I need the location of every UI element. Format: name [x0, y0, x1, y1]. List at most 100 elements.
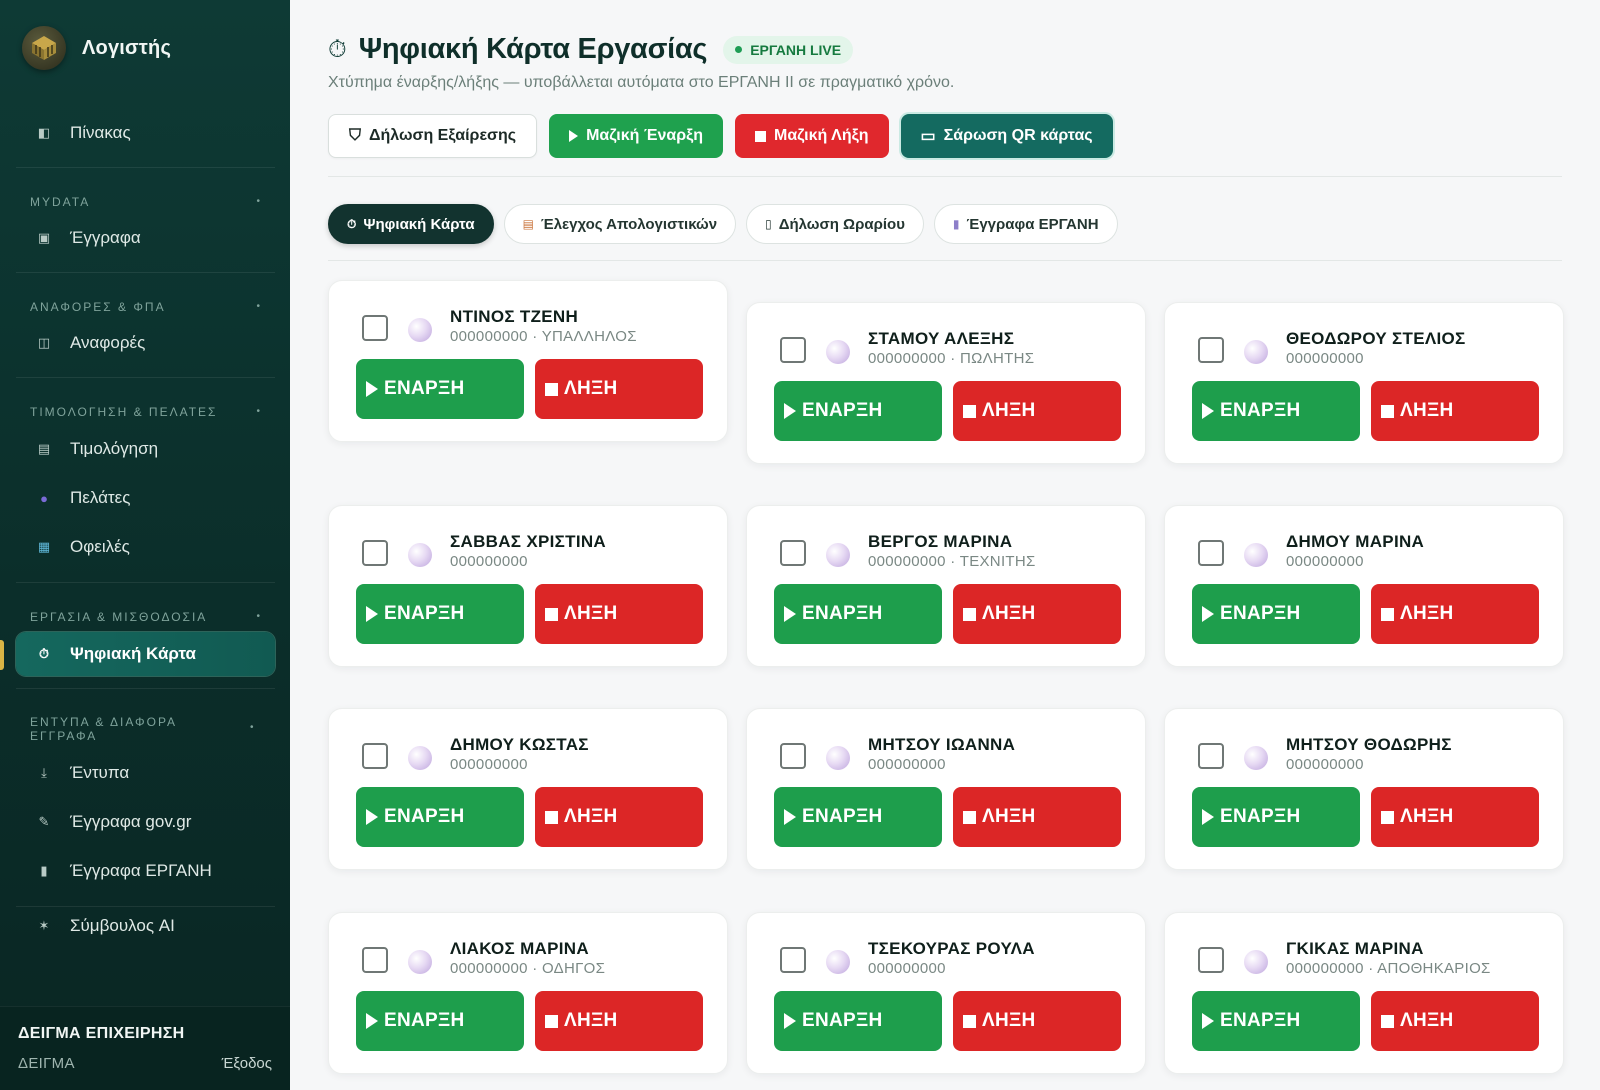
sidebar-item-customers[interactable]: ● Πελάτες: [16, 476, 275, 520]
play-icon: [366, 1013, 378, 1029]
action-toolbar: ⛉ Δήλωση Εξαίρεσης Μαζική Έναρξη Μαζική …: [328, 114, 1113, 158]
users-icon: ●: [40, 490, 48, 506]
app-name: Λογιστής: [82, 36, 172, 59]
sidebar-item-ai-advisor[interactable]: ✶ Σύμβουλος AI: [16, 904, 275, 948]
stop-button[interactable]: ΛΗΞΗ: [953, 381, 1121, 441]
start-button[interactable]: ΕΝΑΡΞΗ: [356, 359, 524, 419]
section-header-invoicing[interactable]: ΤΙΜΟΛΟΓΗΣΗ & ΠΕΛΑΤΕΣ •: [30, 405, 262, 419]
live-dot-icon: [735, 46, 743, 53]
employee-card: ΣΤΑΜΟΥ ΑΛΕΞΗΣ 000000000 · ΠΩΛΗΤΗΣ ΕΝΑΡΞΗ ΛΗ…: [746, 302, 1146, 464]
select-checkbox[interactable]: [1198, 337, 1224, 363]
sidebar-item-dashboard[interactable]: ◧ Πίνακας: [16, 111, 275, 155]
employee-card: ΜΗΤΣΟΥ ΙΩΑΝΝΑ 000000000 ΕΝΑΡΞΗ ΛΗΞΗ: [746, 708, 1146, 870]
employee-card: ΛΙΑΚΟΣ ΜΑΡΙΝΑ 000000000 · ΟΔΗΓΟΣ ΕΝΑΡΞΗ ΛΗΞ…: [328, 912, 728, 1074]
stop-button[interactable]: ΛΗΞΗ: [953, 584, 1121, 644]
play-icon: [366, 809, 378, 825]
start-button[interactable]: ΕΝΑΡΞΗ: [774, 381, 942, 441]
select-checkbox[interactable]: [1198, 540, 1224, 566]
select-checkbox[interactable]: [780, 540, 806, 566]
section-header-forms[interactable]: ΕΝΤΥΠΑ & ΔΙΑΦΟΡΑ ΕΓΓΡΑΦΑ: [30, 715, 190, 743]
sidebar-item-debts[interactable]: ▦ Οφειλές: [16, 525, 275, 569]
button-label: ΛΗΞΗ: [982, 603, 1036, 624]
status-badge: ΕΡΓΑΝΗ LIVE: [723, 35, 854, 64]
tab-audit-check[interactable]: ▤ Έλεγχος Απολογιστικών: [503, 204, 737, 244]
divider: [16, 377, 275, 378]
tab-schedule-declaration[interactable]: ▯ Δήλωση Ωραρίου: [746, 204, 924, 244]
tab-ergani-documents[interactable]: ▮ Έγγραφα ΕΡΓΑΝΗ: [933, 204, 1118, 244]
sidebar-item-documents[interactable]: ▣ Έγγραφα: [16, 216, 275, 260]
sidebar-item-label: Πελάτες: [70, 488, 131, 507]
sidebar-item-label: Αναφορές: [70, 333, 146, 352]
stop-icon: [963, 810, 976, 824]
stop-icon: [1381, 1014, 1394, 1028]
start-button[interactable]: ΕΝΑΡΞΗ: [1192, 584, 1360, 644]
sidebar-item-digital-card[interactable]: ⏱ Ψηφιακή Κάρτα: [16, 632, 275, 676]
page-title: Ψηφιακή Κάρτα Εργασίας: [358, 33, 708, 65]
sidebar-item-label: Έγγραφα ΕΡΓΑΝΗ: [70, 861, 212, 880]
select-checkbox[interactable]: [362, 947, 388, 973]
select-checkbox[interactable]: [780, 337, 806, 363]
button-label: ΛΗΞΗ: [982, 1010, 1036, 1031]
select-checkbox[interactable]: [362, 315, 388, 341]
start-button[interactable]: ΕΝΑΡΞΗ: [1192, 787, 1360, 847]
sidebar-item-reports[interactable]: ◫ Αναφορές: [16, 321, 275, 365]
employee-meta: 000000000 · ΟΔΗΓΟΣ: [450, 960, 606, 977]
sidebar-item-forms[interactable]: ⤓ Έντυπα: [16, 751, 275, 795]
section-header-work[interactable]: ΕΡΓΑΣΙΑ & ΜΙΣΘΟΔΟΣΙΑ •: [30, 610, 262, 624]
stop-button[interactable]: ΛΗΞΗ: [535, 787, 703, 847]
bulk-start-button[interactable]: Μαζική Έναρξη: [549, 114, 724, 158]
stop-button[interactable]: ΛΗΞΗ: [535, 359, 703, 419]
section-header-reports[interactable]: ΑΝΑΦΟΡΕΣ & ΦΠΑ •: [30, 300, 262, 314]
select-checkbox[interactable]: [362, 743, 388, 769]
start-button[interactable]: ΕΝΑΡΞΗ: [1192, 991, 1360, 1051]
employee-name: ΣΑΒΒΑΣ ΧΡΙΣΤΙΝΑ: [450, 532, 606, 551]
button-label: ΕΝΑΡΞΗ: [1220, 1010, 1301, 1031]
start-button[interactable]: ΕΝΑΡΞΗ: [774, 787, 942, 847]
sidebar-footer: ΔΕΙΓΜΑ ΕΠΙΧΕΙΡΗΣΗ ΔΕΙΓΜΑ Έξοδος: [0, 1006, 290, 1090]
select-checkbox[interactable]: [1198, 947, 1224, 973]
brand[interactable]: Λογιστής: [22, 26, 171, 70]
declare-exception-button[interactable]: ⛉ Δήλωση Εξαίρεσης: [328, 114, 538, 158]
select-checkbox[interactable]: [780, 743, 806, 769]
start-button[interactable]: ΕΝΑΡΞΗ: [356, 787, 524, 847]
logout-link[interactable]: Έξοδος: [222, 1055, 272, 1072]
stop-button[interactable]: ΛΗΞΗ: [953, 787, 1121, 847]
start-button[interactable]: ΕΝΑΡΞΗ: [356, 991, 524, 1051]
start-button[interactable]: ΕΝΑΡΞΗ: [356, 584, 524, 644]
bulk-stop-button[interactable]: Μαζική Λήξη: [735, 114, 889, 158]
stop-icon: [1381, 607, 1394, 621]
employee-name: ΤΣΕΚΟΥΡΑΣ ΡΟΥΛΑ: [868, 939, 1035, 958]
stop-button[interactable]: ΛΗΞΗ: [953, 991, 1121, 1051]
stop-button[interactable]: ΛΗΞΗ: [1371, 381, 1539, 441]
stop-button[interactable]: ΛΗΞΗ: [1371, 584, 1539, 644]
button-label: ΛΗΞΗ: [564, 1010, 618, 1031]
sidebar-item-ergani-docs[interactable]: ▮ Έγγραφα ΕΡΓΑΝΗ: [16, 849, 275, 893]
button-label: ΛΗΞΗ: [1400, 806, 1454, 827]
start-button[interactable]: ΕΝΑΡΞΗ: [1192, 381, 1360, 441]
employee-name: ΔΗΜΟΥ ΚΩΣΤΑΣ: [450, 735, 589, 754]
start-button[interactable]: ΕΝΑΡΞΗ: [774, 584, 942, 644]
user-name: ΔΕΙΓΜΑ: [18, 1055, 75, 1072]
employee-meta: 000000000: [868, 756, 946, 773]
section-header-mydata[interactable]: MYDATA •: [30, 195, 262, 209]
schedule-icon: ▯: [765, 217, 772, 231]
sidebar-item-invoicing[interactable]: ▤ Τιμολόγηση: [16, 427, 275, 471]
section-title: ΕΝΤΥΠΑ & ΔΙΑΦΟΡΑ ΕΓΓΡΑΦΑ: [30, 715, 177, 743]
stop-button[interactable]: ΛΗΞΗ: [1371, 991, 1539, 1051]
employee-meta: 000000000 · ΥΠΑΛΛΗΛΟΣ: [450, 328, 637, 345]
tab-digital-card[interactable]: ⏱ Ψηφιακή Κάρτα: [328, 204, 494, 244]
avatar: [826, 950, 850, 974]
logo-icon: [22, 26, 66, 70]
select-checkbox[interactable]: [362, 540, 388, 566]
select-checkbox[interactable]: [1198, 743, 1224, 769]
stop-button[interactable]: ΛΗΞΗ: [535, 584, 703, 644]
sidebar-item-label: Έγγραφα gov.gr: [70, 812, 192, 831]
select-checkbox[interactable]: [780, 947, 806, 973]
start-button[interactable]: ΕΝΑΡΞΗ: [774, 991, 942, 1051]
stop-button[interactable]: ΛΗΞΗ: [1371, 787, 1539, 847]
scan-qr-button[interactable]: ▭ Σάρωση QR κάρτας: [900, 114, 1113, 158]
sidebar: Λογιστής ◧ Πίνακας MYDATA • ▣ Έγγραφα ΑΝΑ…: [0, 0, 290, 1090]
sidebar-item-govgr[interactable]: ✎ Έγγραφα gov.gr: [16, 800, 275, 844]
employee-name: ΔΗΜΟΥ ΜΑΡΙΝΑ: [1286, 532, 1425, 551]
stop-button[interactable]: ΛΗΞΗ: [535, 991, 703, 1051]
